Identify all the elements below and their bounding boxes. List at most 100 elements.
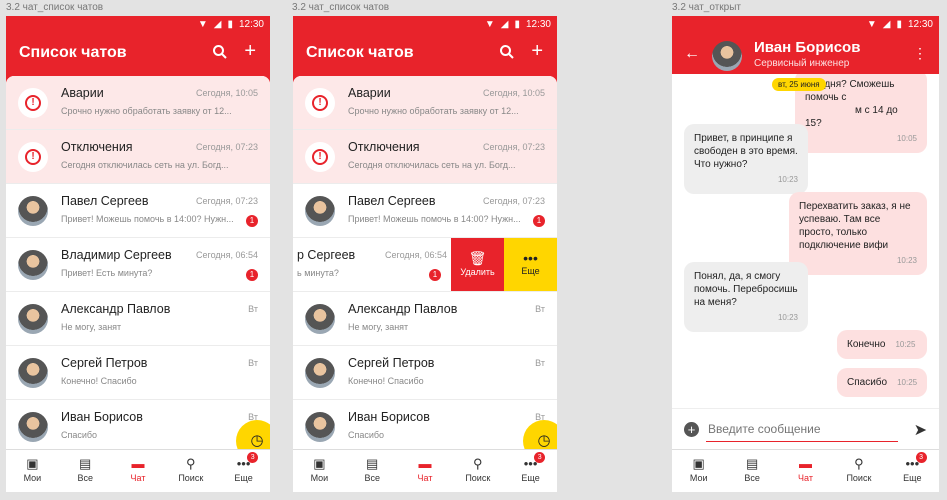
chat-name: Аварии — [348, 86, 391, 100]
avatar — [305, 304, 335, 334]
nav-item-mine[interactable]: ▣ Мои — [6, 450, 59, 492]
avatar — [18, 412, 48, 442]
date-chip: вт, 25 июня — [772, 78, 826, 91]
chat-row-swiped[interactable]: р Сергеев Сегодня, 06:54 ь минута? 1 🗑 Уд… — [293, 238, 557, 292]
chat-preview: Срочно нужно обработать заявку от 12... — [348, 106, 519, 116]
status-time: 12:30 — [525, 19, 551, 30]
chat-name: Александр Павлов — [61, 302, 171, 316]
chat-time: Сегодня, 10:05 — [195, 88, 258, 98]
nav-badge: 3 — [915, 452, 927, 463]
chat-row[interactable]: Павел Сергеев Сегодня, 07:23 Привет! Мож… — [293, 184, 557, 238]
nav-item-search[interactable]: ⚲ Поиск — [451, 450, 504, 492]
search-icon: ⚲ — [854, 456, 864, 471]
search-icon[interactable] — [212, 44, 228, 64]
chat-row[interactable]: ! Аварии Сегодня, 10:05 Срочно нужно обр… — [6, 76, 270, 130]
send-icon[interactable]: ➤ — [914, 420, 927, 440]
nav-item-mine[interactable]: ▣ Мои — [293, 450, 346, 492]
chat-preview: Конечно! Спасибо — [61, 376, 137, 386]
nav-item-more[interactable]: ••• Еще 3 — [504, 450, 557, 492]
nav-item-all[interactable]: ▤ Все — [725, 450, 778, 492]
nav-item-search[interactable]: ⚲ Поиск — [164, 450, 217, 492]
chat-row[interactable]: ! Отключения Сегодня, 07:23 Сегодня откл… — [6, 130, 270, 184]
chat-row[interactable]: Александр Павлов Вт Не могу, занят — [293, 292, 557, 346]
avatar — [18, 304, 48, 334]
nav-item-mine[interactable]: ▣ Мои — [672, 450, 725, 492]
unread-badge: 1 — [246, 269, 258, 281]
chat-row[interactable]: Сергей Петров Вт Конечно! Спасибо — [293, 346, 557, 400]
clipboard-icon: ▤ — [366, 456, 379, 471]
chat-preview: Конечно! Спасибо — [348, 376, 424, 386]
more-icon: ••• — [905, 456, 920, 471]
chat-row[interactable]: Сергей Петров Вт Конечно! Спасибо — [6, 346, 270, 400]
chat-time: Вт — [248, 358, 258, 368]
search-icon: ⚲ — [473, 456, 483, 471]
screen-label: 3.2 чат_список чатов — [6, 2, 104, 13]
chat-row[interactable]: Павел Сергеев Сегодня, 07:23 Привет! Мож… — [6, 184, 270, 238]
chat-name: Отключения — [348, 140, 420, 154]
chat-row[interactable]: Александр Павлов Вт Не могу, занят — [6, 292, 270, 346]
signal-icon: ◢ — [500, 19, 509, 30]
chat-row[interactable]: Владимир Сергеев Сегодня, 06:54 Привет! … — [6, 238, 270, 292]
nav-item-all[interactable]: ▤ Все — [346, 450, 399, 492]
chat-name: Отключения — [61, 140, 133, 154]
nav-item-chat[interactable]: ▬ Чат — [112, 450, 165, 492]
nav-item-chat[interactable]: ▬ Чат — [399, 450, 452, 492]
badge-icon: ▣ — [692, 456, 705, 471]
chat-time: Вт — [535, 358, 545, 368]
search-icon[interactable] — [499, 44, 515, 64]
bottom-nav: ▣ Мои ▤ Все ▬ Чат ⚲ Поиск ••• Еще 3 — [672, 449, 939, 492]
chat-time: Сегодня, 07:23 — [482, 196, 545, 206]
nav-item-search[interactable]: ⚲ Поиск — [832, 450, 885, 492]
chat-list-screen: ▼ ◢ ▮ 12:30 Список чатов + ! Аварии Сегодня… — [6, 16, 270, 492]
nav-item-chat[interactable]: ▬ Чат — [779, 450, 832, 492]
avatar — [18, 196, 48, 226]
alert-icon: ! — [305, 88, 335, 118]
attach-plus-icon[interactable]: + — [684, 422, 699, 437]
nav-item-all[interactable]: ▤ Все — [59, 450, 112, 492]
signal-icon: ◢ — [213, 19, 222, 30]
avatar — [305, 358, 335, 388]
message-input[interactable] — [706, 417, 898, 442]
chat-open-screen: ▼ ◢ ▮ 12:30 ← Иван Борисов Сервисный инжене… — [672, 16, 939, 492]
badge-icon: ▣ — [313, 456, 326, 471]
chat-row[interactable]: Иван Борисов Вт Спасибо — [293, 400, 557, 450]
chat-list-swipe-screen: ▼ ◢ ▮ 12:30 Список чатов + ! Аварии Сегодня… — [293, 16, 557, 492]
chat-preview: Спасибо — [348, 430, 385, 440]
chat-row[interactable]: ! Аварии Сегодня, 10:05 Срочно нужно обр… — [293, 76, 557, 130]
chat-time: Вт — [248, 304, 258, 314]
chat-time: Сегодня, 07:23 — [482, 142, 545, 152]
avatar — [18, 250, 48, 280]
more-button[interactable]: ••• Еще — [504, 238, 557, 291]
chat-preview: Привет! Есть минута? — [61, 268, 153, 278]
wifi-icon: ▼ — [866, 19, 877, 30]
add-icon[interactable]: + — [244, 41, 256, 61]
back-arrow-icon[interactable]: ← — [684, 46, 700, 62]
chat-row[interactable]: Иван Борисов Вт Спасибо — [6, 400, 270, 450]
clipboard-icon: ▤ — [79, 456, 92, 471]
wifi-icon: ▼ — [484, 19, 495, 30]
more-icon: ••• — [236, 456, 251, 471]
composer: + ➤ — [672, 408, 939, 451]
status-bar: ▼ ◢ ▮ 12:30 — [672, 16, 939, 34]
chat-row[interactable]: ! Отключения Сегодня, 07:23 Сегодня откл… — [293, 130, 557, 184]
avatar — [305, 412, 335, 442]
clipboard-icon: ▤ — [745, 456, 759, 471]
badge-icon: ▣ — [26, 456, 39, 471]
chat-name: Александр Павлов — [348, 302, 458, 316]
more-icon: ••• — [523, 456, 538, 471]
chat-time: Сегодня, 07:23 — [195, 196, 258, 206]
nav-item-more[interactable]: ••• Еще 3 — [886, 450, 939, 492]
avatar — [305, 196, 335, 226]
battery-icon: ▮ — [514, 19, 520, 30]
message-list: сегодня? Сможешь помочь см с 14 до 15? 10… — [672, 74, 939, 408]
nav-item-more[interactable]: ••• Еще 3 — [217, 450, 270, 492]
trash-icon: 🗑 — [468, 250, 487, 266]
add-icon[interactable]: + — [531, 41, 543, 61]
search-icon: ⚲ — [186, 456, 196, 471]
chat-time: Сегодня, 10:05 — [482, 88, 545, 98]
overflow-menu-icon[interactable]: ⋮ — [913, 45, 927, 61]
history-icon: ◷ — [250, 432, 264, 449]
wifi-icon: ▼ — [197, 19, 208, 30]
chat-name: Сергей Петров — [348, 356, 435, 370]
delete-button[interactable]: 🗑 Удалить — [451, 238, 504, 291]
